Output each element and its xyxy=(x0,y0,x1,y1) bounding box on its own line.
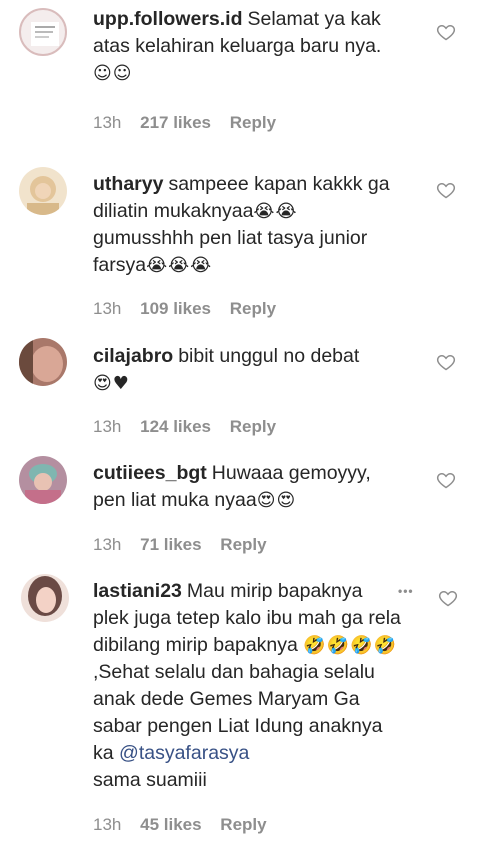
heart-outline-icon[interactable] xyxy=(436,180,456,200)
heart-outline-icon[interactable] xyxy=(436,352,456,372)
comment-username[interactable]: lastiani23 xyxy=(93,580,182,602)
avatar[interactable] xyxy=(19,8,67,56)
comment-meta: 13h 109 likes Reply xyxy=(93,299,290,319)
heart-outline-icon[interactable] xyxy=(438,588,458,608)
avatar-image-icon xyxy=(27,176,59,215)
comment-text: cutiiees_bgt Huwaaa gemoyyy, pen liat muk… xyxy=(93,460,403,514)
comment-time[interactable]: 13h xyxy=(93,535,121,554)
comment-username[interactable]: cilajabro xyxy=(93,345,173,367)
avatar-image-icon xyxy=(31,22,59,46)
comment-emoji: 😍♥ xyxy=(93,373,130,394)
comment-likes[interactable]: 109 likes xyxy=(140,299,211,318)
comment-username[interactable]: utharyy xyxy=(93,173,163,195)
reply-button[interactable]: Reply xyxy=(230,417,276,436)
more-options-icon[interactable]: ••• xyxy=(398,584,414,598)
comment-time[interactable]: 13h xyxy=(93,113,121,132)
comment-body: sama suamiii xyxy=(93,769,207,791)
avatar-image-icon xyxy=(19,338,63,386)
comment-body: bibit unggul no debat xyxy=(178,345,360,367)
mention-link[interactable]: @tasyafarasya xyxy=(119,742,249,764)
comment-time[interactable]: 13h xyxy=(93,417,121,436)
reply-button[interactable]: Reply xyxy=(230,299,276,318)
comment-likes[interactable]: 45 likes xyxy=(140,815,201,834)
comment-likes[interactable]: 71 likes xyxy=(140,535,201,554)
avatar[interactable] xyxy=(19,338,67,386)
comment-meta: 13h 217 likes Reply xyxy=(93,113,290,133)
heart-outline-icon[interactable] xyxy=(436,22,456,42)
comment-emoji: 🤣🤣🤣🤣 xyxy=(303,635,397,656)
comment-meta: 13h 124 likes Reply xyxy=(93,417,290,437)
comment-likes[interactable]: 124 likes xyxy=(140,417,211,436)
comment-text: utharyy sampeee kapan kakkk ga diliatin m… xyxy=(93,171,403,279)
avatar-image-icon xyxy=(25,464,61,504)
comment-time[interactable]: 13h xyxy=(93,299,121,318)
heart-outline-icon[interactable] xyxy=(436,470,456,490)
comment-time[interactable]: 13h xyxy=(93,815,121,834)
avatar-image-icon xyxy=(28,576,62,616)
comment-emoji: ☺☺ xyxy=(93,63,133,84)
comment-username[interactable]: upp.followers.id xyxy=(93,8,243,30)
reply-button[interactable]: Reply xyxy=(220,815,266,834)
avatar[interactable] xyxy=(21,574,69,622)
comment-meta: 13h 71 likes Reply xyxy=(93,535,281,555)
reply-button[interactable]: Reply xyxy=(230,113,276,132)
reply-button[interactable]: Reply xyxy=(220,535,266,554)
comment-username[interactable]: cutiiees_bgt xyxy=(93,462,207,484)
comment-emoji: 😍😍 xyxy=(256,490,297,511)
comment-emoji: 😭😭😭 xyxy=(146,255,213,276)
avatar[interactable] xyxy=(19,456,67,504)
comment-body: gumusshhh pen liat tasya junior farsya xyxy=(93,227,373,276)
comment-meta: 13h 45 likes Reply xyxy=(93,815,281,835)
comment-text: lastiani23 Mau mirip bapaknya plek juga t… xyxy=(93,578,403,794)
comment-text: upp.followers.id Selamat ya kak atas kela… xyxy=(93,6,403,87)
comment-likes[interactable]: 217 likes xyxy=(140,113,211,132)
comment-text: cilajabro bibit unggul no debat 😍♥ xyxy=(93,343,403,397)
comment-emoji: 😭😭 xyxy=(253,201,298,222)
avatar[interactable] xyxy=(19,167,67,215)
